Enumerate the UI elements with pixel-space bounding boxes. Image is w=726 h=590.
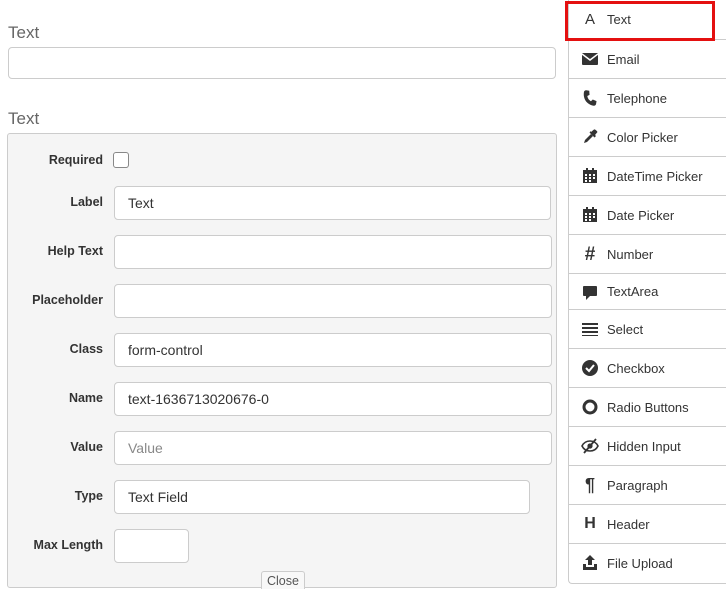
sidebar-item-label: Telephone: [607, 91, 667, 106]
required-checkbox[interactable]: [113, 152, 129, 168]
radio-icon: [581, 398, 599, 416]
max-length-label: Max Length: [33, 538, 103, 552]
sidebar-item-label: Number: [607, 247, 654, 262]
sidebar-item-label: Color Picker: [607, 130, 678, 145]
placeholder-label: Placeholder: [32, 293, 103, 307]
sidebar-item-label: Text: [607, 12, 631, 27]
upload-icon: [581, 554, 599, 572]
sidebar-item-email[interactable]: Email: [569, 39, 726, 78]
text-icon: A: [584, 10, 595, 28]
sidebar-item-label: Date Picker: [607, 208, 675, 223]
sidebar-item-label: DateTime Picker: [607, 169, 703, 184]
max-length-input[interactable]: [114, 529, 189, 563]
sidebar-item-radio-buttons[interactable]: Radio Buttons: [569, 387, 726, 426]
required-label: Required: [48, 153, 103, 167]
name-input[interactable]: text-1636713020676-0: [114, 382, 552, 416]
sidebar-item-label: Checkbox: [607, 361, 665, 376]
type-select[interactable]: Text Field: [114, 480, 530, 514]
sidebar-item-label: Select: [607, 322, 644, 337]
field-type-sidebar: A Text Email Telephone Color Picker Date…: [568, 0, 726, 584]
value-input[interactable]: Value: [114, 431, 552, 465]
sidebar-item-label: Header: [607, 517, 650, 532]
calendar-icon: [581, 167, 599, 185]
hash-icon: #: [584, 243, 596, 265]
edit-field-label: Text: [8, 109, 40, 128]
sidebar-item-checkbox[interactable]: Checkbox: [569, 348, 726, 387]
placeholder-input[interactable]: [114, 284, 552, 318]
sidebar-item-label: File Upload: [607, 556, 673, 571]
eye-slash-icon: [581, 437, 599, 455]
help-text-label: Help Text: [47, 244, 103, 258]
eyedropper-icon: [581, 128, 599, 146]
preview-field-label: Text: [8, 23, 40, 42]
check-circle-icon: [581, 359, 599, 377]
sidebar-item-date-picker[interactable]: Date Picker: [569, 195, 726, 234]
value-label: Value: [70, 440, 103, 454]
comment-icon: [581, 284, 599, 302]
sidebar-item-label: Email: [607, 52, 640, 67]
field-edit-panel: Required Label Text Help Text Placeholde…: [7, 133, 557, 589]
sidebar-item-label: Paragraph: [607, 478, 668, 493]
sidebar-item-file-upload[interactable]: File Upload: [569, 543, 726, 582]
label-label: Label: [70, 195, 103, 209]
sidebar-item-select[interactable]: Select: [569, 309, 726, 348]
sidebar-item-label: Hidden Input: [607, 439, 681, 454]
sidebar-item-label: TextArea: [607, 284, 659, 299]
sidebar-item-label: Radio Buttons: [607, 400, 689, 415]
label-input[interactable]: Text: [114, 186, 551, 220]
envelope-icon: [581, 50, 599, 68]
sidebar-item-header[interactable]: H Header: [569, 504, 726, 543]
sidebar-item-paragraph[interactable]: ¶ Paragraph: [569, 465, 726, 504]
sidebar-item-number[interactable]: # Number: [569, 234, 726, 273]
sidebar-item-hidden-input[interactable]: Hidden Input: [569, 426, 726, 465]
sidebar-item-telephone[interactable]: Telephone: [569, 78, 726, 117]
close-button[interactable]: Close: [261, 571, 305, 589]
calendar-icon: [581, 206, 599, 224]
class-label: Class: [69, 342, 103, 356]
paragraph-icon: ¶: [584, 475, 595, 495]
preview-text-input[interactable]: [8, 47, 556, 79]
list-icon: [581, 320, 599, 338]
help-text-input[interactable]: [114, 235, 552, 269]
sidebar-item-color-picker[interactable]: Color Picker: [569, 117, 726, 156]
class-input[interactable]: form-control: [114, 333, 552, 367]
header-icon: H: [584, 515, 596, 532]
type-label: Type: [74, 489, 103, 503]
sidebar-item-text[interactable]: A Text: [569, 0, 726, 39]
name-label: Name: [68, 391, 103, 405]
phone-icon: [581, 89, 599, 107]
sidebar-item-textarea[interactable]: TextArea: [569, 273, 726, 309]
sidebar-item-datetime-picker[interactable]: DateTime Picker: [569, 156, 726, 195]
